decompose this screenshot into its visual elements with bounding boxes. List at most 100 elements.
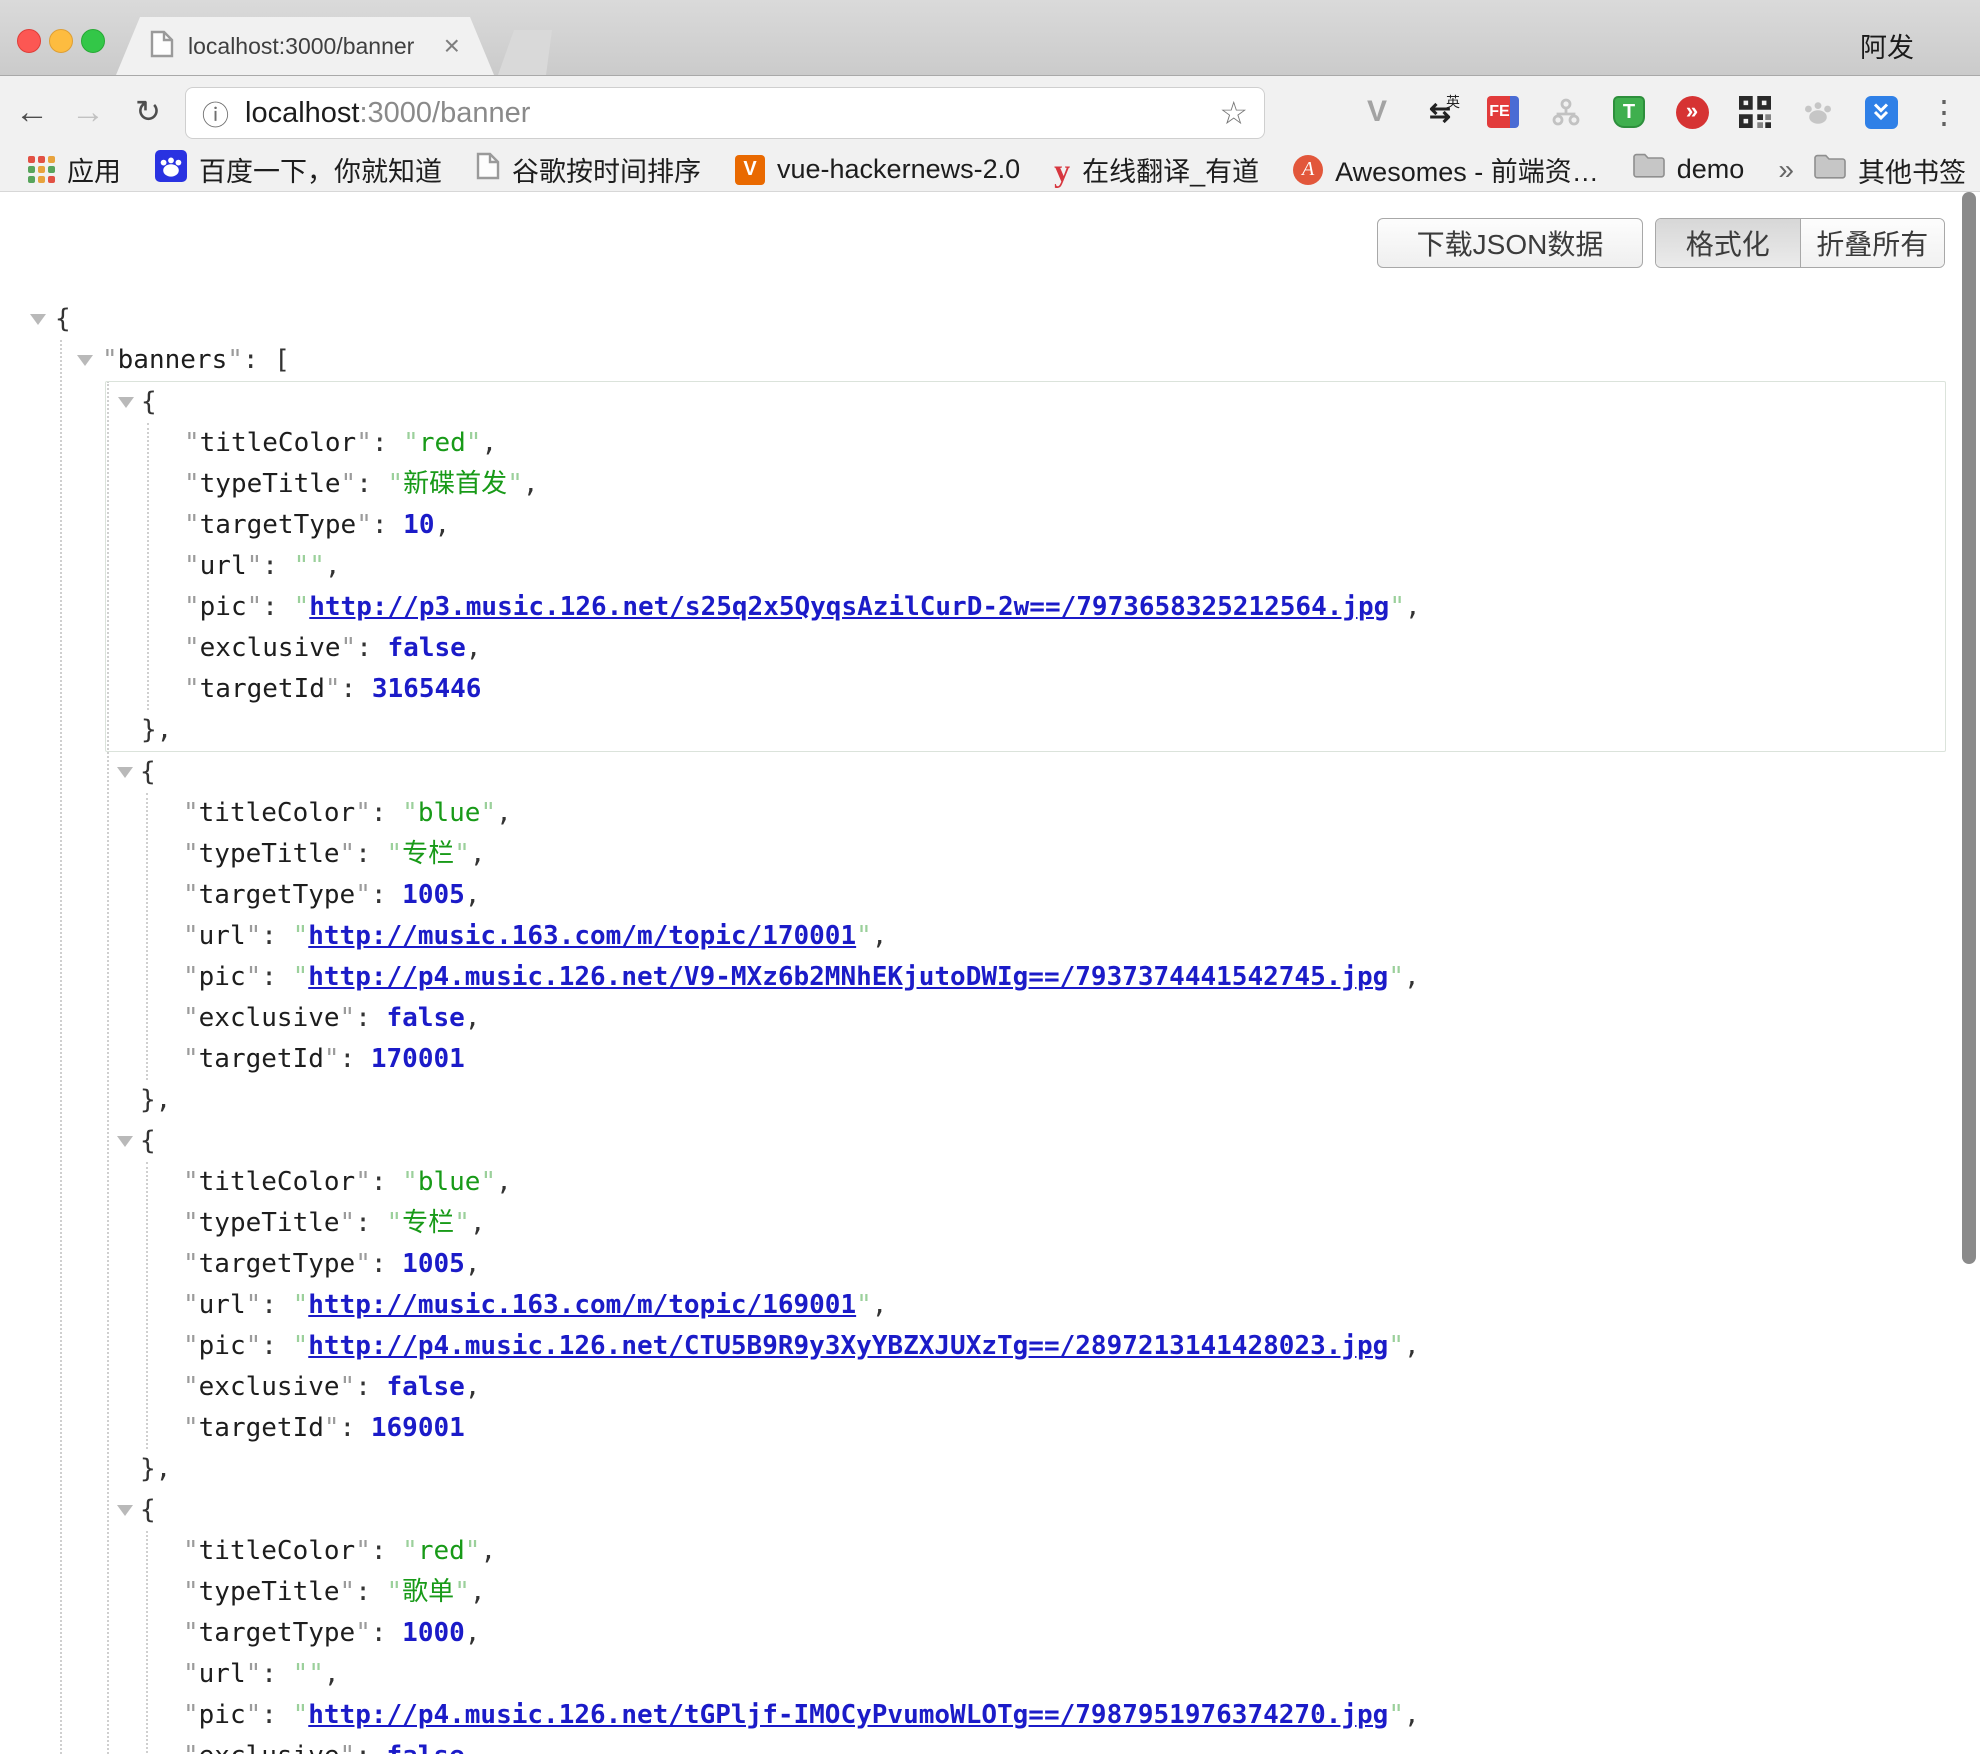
bookmark-label: Awesomes - 前端资… bbox=[1335, 150, 1599, 189]
json-token: " bbox=[340, 1577, 356, 1607]
minimize-window-button[interactable] bbox=[49, 29, 73, 53]
json-key: banners bbox=[118, 345, 228, 375]
json-line: "targetType": 10, bbox=[106, 505, 1945, 546]
double-chevron-icon[interactable] bbox=[1863, 94, 1899, 130]
json-key: titleColor bbox=[200, 428, 357, 458]
json-token: " bbox=[294, 592, 310, 622]
json-line: }, bbox=[105, 1080, 1946, 1121]
vue-devtools-icon[interactable]: V bbox=[1359, 94, 1395, 130]
json-token: " bbox=[355, 1249, 371, 1279]
json-string: 新碟首发 bbox=[403, 469, 507, 499]
json-token: " bbox=[341, 469, 357, 499]
json-line: "pic": "http://p4.music.126.net/V9-MXz6b… bbox=[105, 957, 1946, 998]
bookmark-label: 百度一下，你就知道 bbox=[199, 150, 442, 189]
json-array-object: {"titleColor": "blue","typeTitle": "专栏",… bbox=[105, 752, 1946, 1121]
collapse-toggle-icon[interactable] bbox=[77, 355, 93, 366]
json-token: " bbox=[340, 1003, 356, 1033]
json-key: pic bbox=[199, 1700, 246, 1730]
json-token: " bbox=[183, 921, 199, 951]
json-token: " bbox=[340, 839, 356, 869]
json-token: , bbox=[470, 1577, 486, 1607]
json-token: { bbox=[140, 1126, 156, 1156]
reload-button[interactable]: ↻ bbox=[126, 76, 170, 148]
json-token: " bbox=[356, 428, 372, 458]
collapse-toggle-icon[interactable] bbox=[118, 397, 134, 408]
bookmark-item-vue-hackernews[interactable]: V vue-hackernews-2.0 bbox=[735, 154, 1020, 185]
fast-forward-icon[interactable]: » bbox=[1674, 94, 1710, 130]
json-token: " bbox=[454, 1208, 470, 1238]
bookmark-item-baidu[interactable]: 百度一下，你就知道 bbox=[155, 150, 442, 189]
bookmark-item-youdao[interactable]: y 在线翻译_有道 bbox=[1054, 150, 1259, 189]
json-token: : bbox=[341, 674, 372, 704]
json-token: : bbox=[261, 1700, 292, 1730]
tab-close-icon[interactable]: × bbox=[444, 32, 460, 60]
collapse-toggle-icon[interactable] bbox=[117, 1136, 133, 1147]
json-token: " bbox=[293, 1290, 309, 1320]
json-token: , bbox=[465, 880, 481, 910]
close-window-button[interactable] bbox=[17, 29, 41, 53]
profile-name[interactable]: 阿发 bbox=[1860, 26, 1914, 65]
json-line: { bbox=[105, 752, 1946, 793]
json-link[interactable]: http://music.163.com/m/topic/170001 bbox=[308, 921, 856, 951]
bookmark-item-google-sort[interactable]: 谷歌按时间排序 bbox=[476, 150, 701, 189]
json-token: }, bbox=[140, 1085, 171, 1115]
json-token: " bbox=[183, 1577, 199, 1607]
collapse-toggle-icon[interactable] bbox=[117, 767, 133, 778]
json-token: " bbox=[183, 1331, 199, 1361]
tab-title: localhost:3000/banner bbox=[188, 33, 444, 60]
json-key: targetId bbox=[199, 1413, 324, 1443]
other-bookmarks-folder[interactable]: 其他书签 bbox=[1814, 151, 1966, 190]
json-token: " bbox=[356, 510, 372, 540]
zoom-window-button[interactable] bbox=[81, 29, 105, 53]
translate-icon[interactable]: ⇆ 英 bbox=[1422, 94, 1458, 130]
json-token: }, bbox=[141, 715, 172, 745]
tampermonkey-icon[interactable]: T bbox=[1611, 94, 1647, 130]
bookmark-item-demo[interactable]: demo bbox=[1633, 153, 1745, 186]
json-link[interactable]: http://p3.music.126.net/s25q2x5QyqsAzilC… bbox=[309, 592, 1389, 622]
json-number: 10 bbox=[403, 510, 434, 540]
paw-icon[interactable] bbox=[1800, 94, 1836, 130]
forward-button[interactable]: → bbox=[66, 76, 110, 148]
collapse-toggle-icon[interactable] bbox=[30, 314, 46, 325]
json-token: " bbox=[183, 839, 199, 869]
back-button[interactable]: ← bbox=[10, 76, 54, 148]
json-token: " bbox=[183, 1659, 199, 1689]
menu-dots-icon[interactable]: ⋮ bbox=[1926, 94, 1962, 130]
json-token: : bbox=[261, 921, 292, 951]
bookmarks-overflow-icon[interactable]: » bbox=[1778, 154, 1794, 186]
collapse-toggle-icon[interactable] bbox=[117, 1505, 133, 1516]
json-token: " bbox=[325, 674, 341, 704]
bookmark-item-awesomes[interactable]: A Awesomes - 前端资… bbox=[1293, 150, 1599, 189]
page-info-icon[interactable]: ⓘ bbox=[202, 94, 229, 133]
json-token: : bbox=[355, 1577, 386, 1607]
json-key: url bbox=[200, 551, 247, 581]
new-tab-button[interactable] bbox=[498, 30, 552, 75]
bookmark-item-apps[interactable]: 应用 bbox=[28, 150, 121, 189]
json-token: " bbox=[184, 469, 200, 499]
json-token: : bbox=[243, 345, 274, 375]
bookmark-star-icon[interactable]: ☆ bbox=[1219, 94, 1248, 132]
json-link[interactable]: http://p4.music.126.net/CTU5B9R9y3XyYBZX… bbox=[308, 1331, 1388, 1361]
qr-code-icon[interactable] bbox=[1737, 94, 1773, 130]
json-key: targetType bbox=[199, 1618, 356, 1648]
json-key: titleColor bbox=[199, 1536, 356, 1566]
json-link[interactable]: http://p4.music.126.net/tGPljf-IMOCyPvum… bbox=[308, 1700, 1388, 1730]
json-token: : bbox=[372, 510, 403, 540]
org-chart-icon[interactable] bbox=[1548, 94, 1584, 130]
json-key: pic bbox=[200, 592, 247, 622]
json-token: " bbox=[856, 921, 872, 951]
json-token: , bbox=[872, 1290, 888, 1320]
json-token: , bbox=[465, 1372, 481, 1402]
json-key: typeTitle bbox=[200, 469, 341, 499]
fe-icon[interactable]: FE bbox=[1485, 94, 1521, 130]
json-token: : bbox=[372, 428, 403, 458]
json-token: " bbox=[183, 1249, 199, 1279]
json-token: , bbox=[496, 798, 512, 828]
folder-icon bbox=[1814, 154, 1846, 187]
json-link[interactable]: http://p4.music.126.net/V9-MXz6b2MNhEKju… bbox=[308, 962, 1388, 992]
browser-tab[interactable]: localhost:3000/banner × bbox=[116, 17, 494, 75]
json-token: " bbox=[246, 921, 262, 951]
address-bar[interactable]: ⓘ localhost :3000/banner ☆ bbox=[185, 87, 1265, 139]
json-token: " bbox=[340, 1208, 356, 1238]
json-link[interactable]: http://music.163.com/m/topic/169001 bbox=[308, 1290, 856, 1320]
